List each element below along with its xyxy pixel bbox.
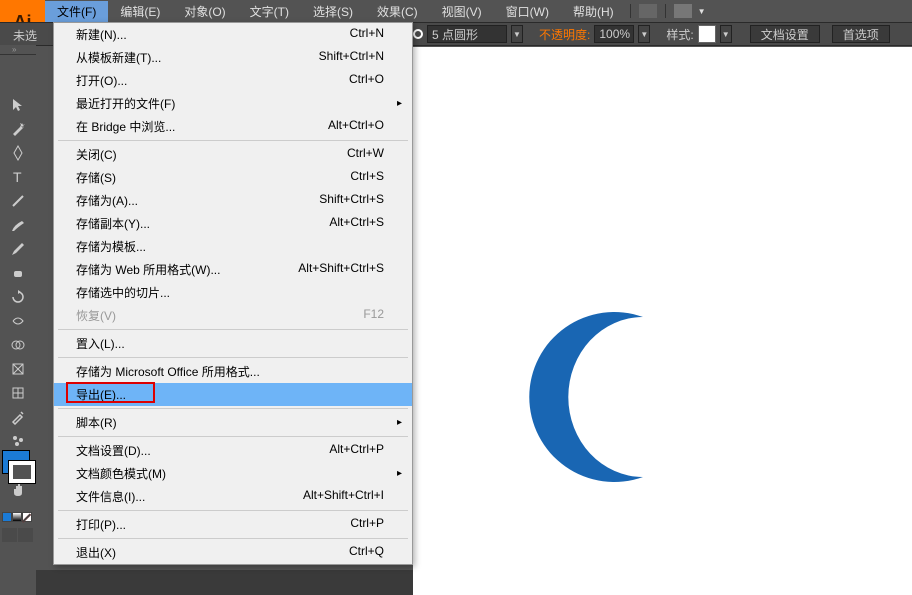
menu-item[interactable]: 在 Bridge 中浏览...Alt+Ctrl+O xyxy=(54,115,412,138)
menu-file[interactable]: 文件(F) xyxy=(45,1,108,22)
menu-item[interactable]: 退出(X)Ctrl+Q xyxy=(54,541,412,564)
svg-text:T: T xyxy=(13,169,22,185)
perspective-tool[interactable] xyxy=(0,357,36,381)
style-label: 样式: xyxy=(666,26,693,43)
menu-object[interactable]: 对象(O) xyxy=(172,1,237,22)
menu-text[interactable]: 文字(T) xyxy=(238,1,301,22)
menu-item[interactable]: 存储为 Microsoft Office 所用格式... xyxy=(54,360,412,383)
file-dropdown: 新建(N)...Ctrl+N从模板新建(T)...Shift+Ctrl+N打开(… xyxy=(53,22,413,565)
layout-icon-1[interactable] xyxy=(639,4,657,18)
menu-help[interactable]: 帮助(H) xyxy=(561,1,626,22)
screen-mode-icons[interactable] xyxy=(2,528,33,542)
menu-item[interactable]: 脚本(R) xyxy=(54,411,412,434)
style-swatch[interactable] xyxy=(698,25,716,43)
preferences-button[interactable]: 首选项 xyxy=(832,25,890,43)
menubar: 文件(F) 编辑(E) 对象(O) 文字(T) 选择(S) 效果(C) 视图(V… xyxy=(0,0,912,22)
crescent-artwork xyxy=(513,307,693,487)
menu-item[interactable]: 存储(S)Ctrl+S xyxy=(54,166,412,189)
width-tool[interactable] xyxy=(0,309,36,333)
menu-select[interactable]: 选择(S) xyxy=(301,1,365,22)
layout-icon-2[interactable] xyxy=(674,4,692,18)
rotate-tool[interactable] xyxy=(0,285,36,309)
color-swatches xyxy=(2,450,34,498)
doc-setup-button[interactable]: 文档设置 xyxy=(750,25,820,43)
menu-window[interactable]: 窗口(W) xyxy=(494,1,561,22)
menu-item[interactable]: 从模板新建(T)...Shift+Ctrl+N xyxy=(54,46,412,69)
stroke-swatch[interactable] xyxy=(8,460,36,484)
menu-item[interactable]: 文档设置(D)...Alt+Ctrl+P xyxy=(54,439,412,462)
shape-builder-tool[interactable] xyxy=(0,333,36,357)
menu-item[interactable]: 存储为模板... xyxy=(54,235,412,258)
tools-panel: T xyxy=(0,55,36,501)
eraser-tool[interactable] xyxy=(0,261,36,285)
pen-tool[interactable] xyxy=(0,141,36,165)
mesh-tool[interactable] xyxy=(0,381,36,405)
menu-item[interactable]: 关闭(C)Ctrl+W xyxy=(54,143,412,166)
menu-item[interactable]: 存储为 Web 所用格式(W)...Alt+Shift+Ctrl+S xyxy=(54,258,412,281)
stroke-drop[interactable]: ▼ xyxy=(511,25,523,43)
magic-wand-tool[interactable] xyxy=(0,117,36,141)
paintbrush-tool[interactable] xyxy=(0,213,36,237)
menu-item[interactable]: 文件信息(I)...Alt+Shift+Ctrl+I xyxy=(54,485,412,508)
selection-tool[interactable] xyxy=(0,93,36,117)
opacity-label: 不透明度: xyxy=(539,26,590,43)
menu-item[interactable]: 打印(P)...Ctrl+P xyxy=(54,513,412,536)
pencil-tool[interactable] xyxy=(0,237,36,261)
opacity-drop[interactable]: ▼ xyxy=(638,25,650,43)
menu-item[interactable]: 最近打开的文件(F) xyxy=(54,92,412,115)
line-tool[interactable] xyxy=(0,189,36,213)
menu-item[interactable]: 置入(L)... xyxy=(54,332,412,355)
menu-item[interactable]: 打开(O)...Ctrl+O xyxy=(54,69,412,92)
type-tool[interactable]: T xyxy=(0,165,36,189)
style-drop[interactable]: ▼ xyxy=(720,25,732,43)
canvas[interactable] xyxy=(413,47,912,595)
menu-item: 恢复(V)F12 xyxy=(54,304,412,327)
menu-item[interactable]: 导出(E)... xyxy=(54,383,412,406)
stroke-radio-icon[interactable] xyxy=(413,29,423,39)
menu-item[interactable]: 存储副本(Y)...Alt+Ctrl+S xyxy=(54,212,412,235)
menu-view[interactable]: 视图(V) xyxy=(430,1,494,22)
menu-item[interactable]: 存储为(A)...Shift+Ctrl+S xyxy=(54,189,412,212)
chevron-down-icon[interactable]: ▼ xyxy=(698,7,706,16)
menu-item[interactable]: 新建(N)...Ctrl+N xyxy=(54,23,412,46)
selection-status: 未选 xyxy=(13,27,37,44)
menu-item[interactable]: 文档颜色模式(M) xyxy=(54,462,412,485)
tabs-chevron-icon[interactable]: » xyxy=(12,45,16,54)
opacity-field[interactable]: 100% xyxy=(594,25,634,43)
mini-swatches[interactable] xyxy=(2,512,32,522)
menu-edit[interactable]: 编辑(E) xyxy=(108,1,172,22)
eyedropper-tool[interactable] xyxy=(0,405,36,429)
menu-item[interactable]: 存储选中的切片... xyxy=(54,281,412,304)
stroke-field[interactable]: 5 点圆形 xyxy=(427,25,507,43)
menu-effect[interactable]: 效果(C) xyxy=(365,1,430,22)
